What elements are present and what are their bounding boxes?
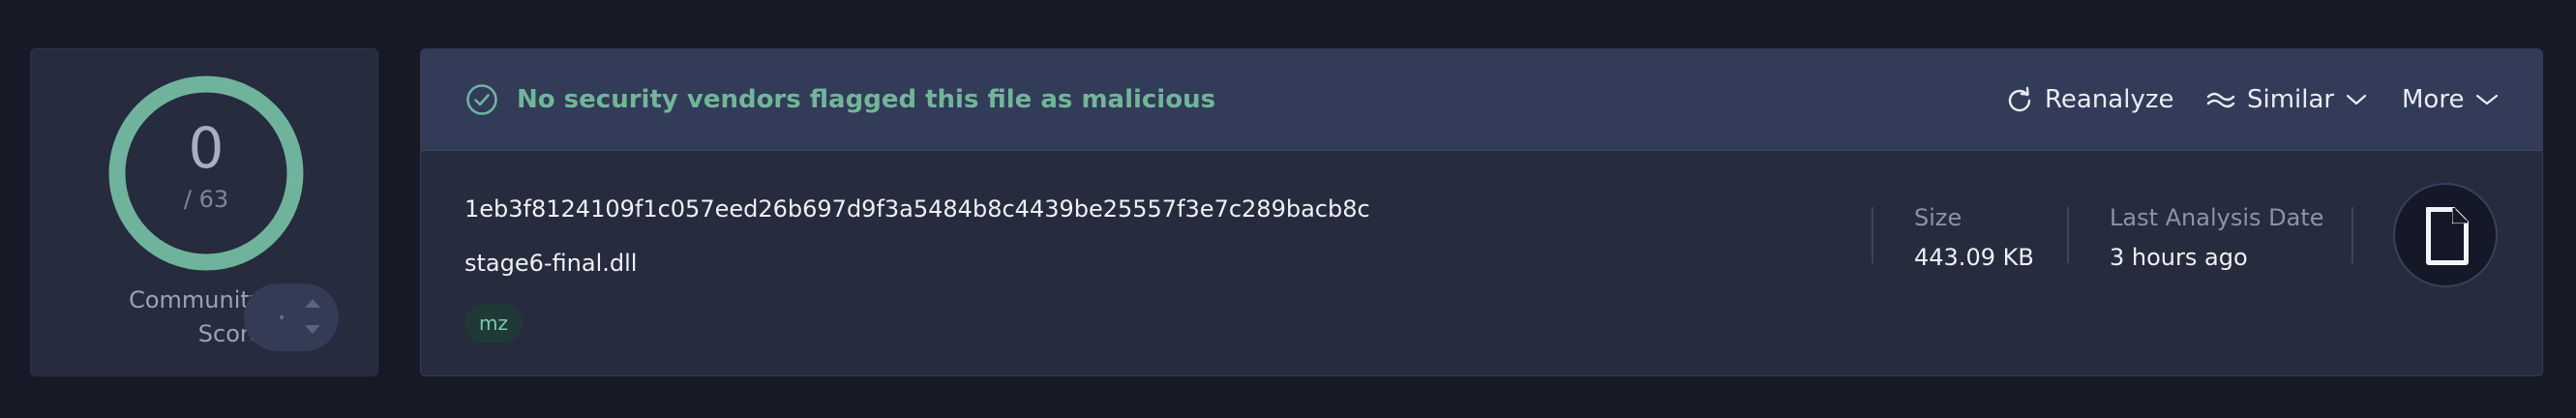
file-hash[interactable]: 1eb3f8124109f1c057eed26b697d9f3a5484b8c4… [464, 193, 1370, 225]
file-report-card: No security vendors flagged this file as… [420, 48, 2543, 376]
verdict-message: No security vendors flagged this file as… [517, 85, 1216, 114]
refresh-icon [2008, 86, 2031, 112]
file-tag-mz[interactable]: mz [464, 304, 523, 343]
detections-count: 0 [188, 115, 225, 181]
similar-label: Similar [2247, 85, 2335, 114]
community-score-label-line1: Community [129, 286, 263, 314]
community-score-label: Community Score [91, 284, 263, 351]
divider [2067, 207, 2069, 263]
detection-score-ring: 0 / 63 [106, 74, 306, 273]
check-circle-icon [466, 84, 497, 115]
downvote-arrow-icon[interactable] [305, 325, 320, 334]
last-analysis-date-label: Last Analysis Date [2110, 204, 2324, 231]
last-analysis-date-value: 3 hours ago [2110, 244, 2248, 271]
file-icon [2426, 207, 2469, 265]
chevron-down-icon [2476, 94, 2499, 105]
similar-waves-icon [2206, 92, 2235, 108]
total-engines: / 63 [183, 186, 229, 213]
upvote-arrow-icon[interactable] [305, 299, 320, 308]
size-value: 443.09 KB [1914, 244, 2034, 271]
divider [1872, 207, 1873, 263]
reanalyze-label: Reanalyze [2045, 85, 2174, 114]
community-vote-control[interactable] [244, 284, 339, 351]
more-dropdown[interactable]: More [2402, 80, 2499, 119]
divider [2351, 207, 2353, 263]
verdict-banner: No security vendors flagged this file as… [421, 49, 2542, 151]
more-label: More [2402, 85, 2465, 114]
file-name: stage6-final.dll [464, 250, 638, 277]
community-score-label-line2: Score [197, 320, 263, 347]
size-label: Size [1914, 204, 1962, 231]
reanalyze-button[interactable]: Reanalyze [2006, 80, 2174, 119]
vote-indicator-dot [280, 315, 284, 319]
file-type-badge [2393, 183, 2498, 287]
chevron-down-icon [2347, 94, 2367, 105]
community-score-card: 0 / 63 Community Score [30, 48, 378, 376]
similar-dropdown[interactable]: Similar [2206, 80, 2367, 119]
